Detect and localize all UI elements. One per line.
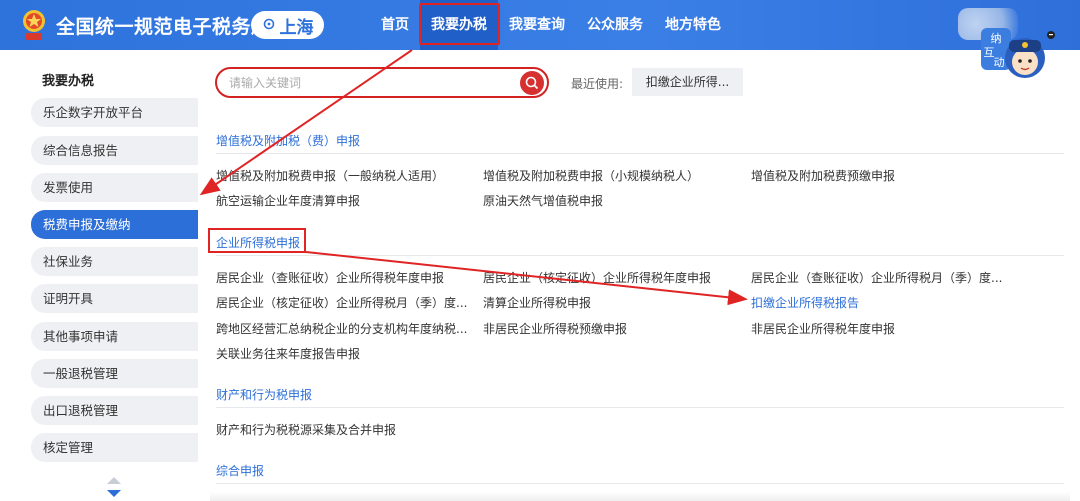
tax-emblem-icon [23, 10, 45, 40]
sidebar-item-info-report[interactable]: 综合信息报告 [31, 136, 198, 165]
section-annotation-box [208, 228, 306, 253]
main-nav: 首页 我要办税 我要查询 公众服务 地方特色 [370, 0, 732, 50]
list-item[interactable]: 增值税及附加税费申报（小规模纳税人） [483, 167, 699, 184]
list-item[interactable]: 增值税及附加税费预缴申报 [751, 167, 895, 184]
list-item[interactable]: 居民企业（查账征收）企业所得税年度申报 [216, 269, 444, 286]
list-item[interactable]: 居民企业（查账征收）企业所得税月（季）度... [751, 269, 1002, 286]
list-item[interactable]: 居民企业（核定征收）企业所得税年度申报 [483, 269, 711, 286]
sidebar-title: 我要办税 [42, 74, 95, 89]
section-divider [216, 483, 1064, 484]
sidebar-item-refund[interactable]: 一般退税管理 [31, 359, 198, 388]
recent-chip[interactable]: 扣缴企业所得... [632, 68, 743, 96]
list-item[interactable]: 原油天然气增值税申报 [483, 192, 603, 209]
list-item[interactable]: 非居民企业所得税年度申报 [751, 320, 895, 337]
sidebar-item-assessment[interactable]: 核定管理 [31, 433, 198, 462]
recent-label: 最近使用: [571, 77, 624, 91]
section-divider [216, 407, 1064, 408]
search-bar [215, 67, 549, 98]
search-input[interactable] [229, 74, 519, 92]
sidebar-item-certificate[interactable]: 证明开具 [31, 284, 198, 313]
sidebar-item-leqi[interactable]: 乐企数字开放平台 [31, 98, 198, 127]
sidebar-scroll-arrows-icon[interactable] [104, 474, 124, 500]
sidebar-item-tax-filing[interactable]: 税费申报及缴纳 [31, 210, 198, 239]
nav-public-service[interactable]: 公众服务 [576, 0, 654, 50]
region-label: 上海 [279, 17, 314, 38]
top-header: 全国统一规范电子税务局 上海 首页 我要办税 我要查询 公众服务 地方特色 [0, 0, 1080, 50]
list-item[interactable]: 居民企业（核定征收）企业所得税月（季）度... [216, 294, 467, 311]
section-title-comprehensive: 综合申报 [216, 464, 265, 478]
nav-query[interactable]: 我要查询 [498, 0, 576, 50]
search-button[interactable] [520, 71, 544, 95]
location-pin-icon [263, 18, 274, 30]
bottom-fade [210, 492, 1070, 501]
nav-home[interactable]: 首页 [370, 0, 420, 50]
list-item[interactable]: 关联业务往来年度报告申报 [216, 345, 360, 362]
list-item[interactable]: 航空运输企业年度清算申报 [216, 192, 360, 209]
search-icon [525, 76, 539, 90]
list-item[interactable]: 跨地区经营汇总纳税企业的分支机构年度纳税... [216, 320, 467, 337]
sidebar-item-invoice[interactable]: 发票使用 [31, 173, 198, 202]
list-item-withholding-cit[interactable]: 扣缴企业所得税报告 [751, 294, 859, 311]
nav-tax-handling[interactable]: 我要办税 [420, 0, 498, 50]
list-item[interactable]: 非居民企业所得税预缴申报 [483, 320, 627, 337]
section-title-vat: 增值税及附加税（费）申报 [216, 134, 361, 148]
sidebar-item-other-requests[interactable]: 其他事项申请 [31, 322, 198, 351]
list-item[interactable]: 清算企业所得税申报 [483, 294, 591, 311]
site-title: 全国统一规范电子税务局 [56, 16, 271, 38]
sidebar-item-social-security[interactable]: 社保业务 [31, 247, 198, 276]
sidebar-item-export-refund[interactable]: 出口退税管理 [31, 396, 198, 425]
svg-text:纳: 纳 [991, 32, 1002, 45]
mascot-assistant-icon[interactable]: 纳 互 动 [975, 24, 1057, 94]
section-divider [216, 255, 1064, 256]
svg-text:动: 动 [994, 56, 1005, 69]
section-divider [216, 153, 1064, 154]
section-title-property: 财产和行为税申报 [216, 388, 313, 402]
list-item[interactable]: 财产和行为税税源采集及合并申报 [216, 421, 396, 438]
list-item[interactable]: 增值税及附加税费申报（一般纳税人适用） [216, 167, 444, 184]
region-selector[interactable]: 上海 [251, 11, 324, 39]
nav-local-features[interactable]: 地方特色 [654, 0, 732, 50]
